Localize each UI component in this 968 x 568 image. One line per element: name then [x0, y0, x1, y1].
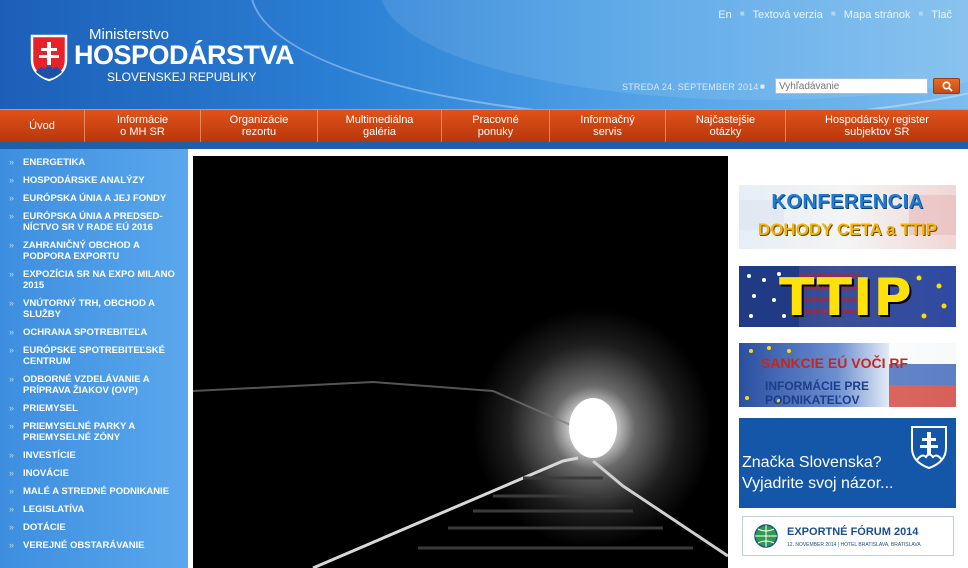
- current-date: STREDA 24. SEPTEMBER 2014: [622, 82, 759, 92]
- nav-item-register[interactable]: Hospodársky register subjektov SR: [786, 110, 968, 142]
- search-button[interactable]: [933, 78, 960, 94]
- separator: ■: [918, 9, 924, 18]
- nav-item-organizacie[interactable]: Organizácie rezortu: [201, 110, 318, 142]
- sidebar-item-analyzy[interactable]: HOSPODÁRSKE ANALÝZY: [0, 175, 188, 186]
- tunnel-photo: [193, 156, 728, 568]
- banner-znacka-line2: Vyjadrite svoj názor...: [742, 475, 894, 492]
- banner-sankcie[interactable]: SANKCIE EÚ VOČI RF INFORMÁCIE PRE PODNIK…: [739, 343, 956, 407]
- ministry-logo[interactable]: Ministerstvo HOSPODÁRSTVA SLOVENSKEJ REP…: [30, 26, 295, 92]
- sidebar: ENERGETIKA HOSPODÁRSKE ANALÝZY EURÓPSKA …: [0, 149, 188, 568]
- sidebar-item-expo-milano[interactable]: EXPOZÍCIA SR NA EXPO MILANO 2015: [0, 269, 188, 291]
- nav-divider: [0, 142, 968, 149]
- utility-links: En ■ Textová verzia ■ Mapa stránok ■ Tla…: [718, 9, 952, 21]
- sidebar-item-inovacie[interactable]: INOVÁCIE: [0, 468, 188, 479]
- sidebar-item-investicie[interactable]: INVESTÍCIE: [0, 450, 188, 461]
- sidebar-menu: ENERGETIKA HOSPODÁRSKE ANALÝZY EURÓPSKA …: [0, 149, 188, 551]
- sidebar-item-verejne-obstaravanie[interactable]: VEREJNÉ OBSTARÁVANIE: [0, 540, 188, 551]
- search-icon: [942, 81, 953, 92]
- nav-item-informacie[interactable]: Informácie o MH SR: [85, 110, 201, 142]
- sidebar-item-eu-fondy[interactable]: EURÓPSKA ÚNIA A JEJ FONDY: [0, 193, 188, 204]
- sidebar-item-priemyselne-parky[interactable]: PRIEMYSELNÉ PARKY A PRIEMYSELNÉ ZÓNY: [0, 421, 188, 443]
- nav-item-faq[interactable]: Najčastejšie otázky: [666, 110, 786, 142]
- banner-ttip-title: TTIP: [779, 268, 913, 327]
- banner-znacka-line1: Značka Slovenska?: [742, 454, 882, 471]
- nav-item-pracovne-ponuky[interactable]: Pracovné ponuky: [442, 110, 550, 142]
- sidebar-item-legislativa[interactable]: LEGISLATÍVA: [0, 504, 188, 515]
- banner-sankcie-title: SANKCIE EÚ VOČI RF: [761, 355, 909, 371]
- banner-ttip[interactable]: TTIP: [739, 266, 956, 327]
- sidebar-item-dotacie[interactable]: DOTÁCIE: [0, 522, 188, 533]
- banner-znacka-slovenska[interactable]: Značka Slovenska? Vyjadrite svoj názor..…: [739, 418, 956, 508]
- link-print[interactable]: Tlač: [931, 9, 952, 21]
- sidebar-item-predsednictvo[interactable]: EURÓPSKA ÚNIA A PREDSED-NÍCTVO SR V RADE…: [0, 211, 188, 233]
- globe-icon: [754, 524, 778, 548]
- sidebar-item-zahranicny-obchod[interactable]: ZAHRANIČNÝ OBCHOD A PODPORA EXPORTU: [0, 240, 188, 262]
- nav-item-uvod[interactable]: Úvod: [0, 110, 85, 142]
- sidebar-item-msp[interactable]: MALÉ A STREDNÉ PODNIKANIE: [0, 486, 188, 497]
- logo-line-3: SLOVENSKEJ REPUBLIKY: [107, 70, 257, 84]
- banner-exportne-forum[interactable]: EXPORTNÉ FÓRUM 2014 12. NOVEMBER 2014 | …: [742, 516, 954, 556]
- sidebar-item-ochrana-spotrebitela[interactable]: OCHRANA SPOTREBITEĽA: [0, 327, 188, 338]
- banner-sankcie-subtitle: INFORMÁCIE PRE PODNIKATEĽOV: [765, 379, 870, 407]
- separator: ■: [739, 9, 745, 18]
- logo-line-2: HOSPODÁRSTVA: [74, 40, 295, 70]
- site-header: Ministerstvo HOSPODÁRSTVA SLOVENSKEJ REP…: [0, 0, 968, 109]
- separator: ■: [830, 9, 836, 18]
- tunnel-image: [193, 156, 728, 568]
- link-text-version[interactable]: Textová verzia: [753, 9, 823, 21]
- banner-forum-subtitle: 12. NOVEMBER 2014 | HOTEL BRATISLAVA, BR…: [787, 542, 921, 548]
- banner-forum-title: EXPORTNÉ FÓRUM 2014: [787, 526, 919, 538]
- search-input[interactable]: [775, 78, 928, 94]
- nav-item-informacny-servis[interactable]: Informačný servis: [550, 110, 666, 142]
- sidebar-item-priemysel[interactable]: PRIEMYSEL: [0, 403, 188, 414]
- slovak-coat-of-arms-icon: [911, 426, 947, 470]
- link-sitemap[interactable]: Mapa stránok: [844, 9, 911, 21]
- banner-konferencia[interactable]: KONFERENCIA DOHODY CETA a TTIP: [739, 185, 956, 249]
- sidebar-item-energetika[interactable]: ENERGETIKA: [0, 157, 188, 168]
- sidebar-item-vnutorny-trh[interactable]: VNÚTORNÝ TRH, OBCHOD A SLUŽBY: [0, 298, 188, 320]
- banner-konferencia-subtitle: DOHODY CETA a TTIP: [757, 220, 938, 239]
- separator: ■: [760, 82, 765, 91]
- main-navigation: Úvod Informácie o MH SR Organizácie rezo…: [0, 109, 968, 142]
- sidebar-item-ovp[interactable]: ODBORNÉ VZDELÁVANIE A PRÍPRAVA ŽIAKOV (O…: [0, 374, 188, 396]
- link-english[interactable]: En: [718, 9, 731, 21]
- banner-konferencia-title: KONFERENCIA: [771, 191, 924, 213]
- slovak-coat-of-arms-icon: [30, 34, 68, 82]
- nav-item-galeria[interactable]: Multimediálna galéria: [318, 110, 442, 142]
- sidebar-item-spotrebitelske-centrum[interactable]: EURÓPSKE SPOTREBITEĽSKÉ CENTRUM: [0, 345, 188, 367]
